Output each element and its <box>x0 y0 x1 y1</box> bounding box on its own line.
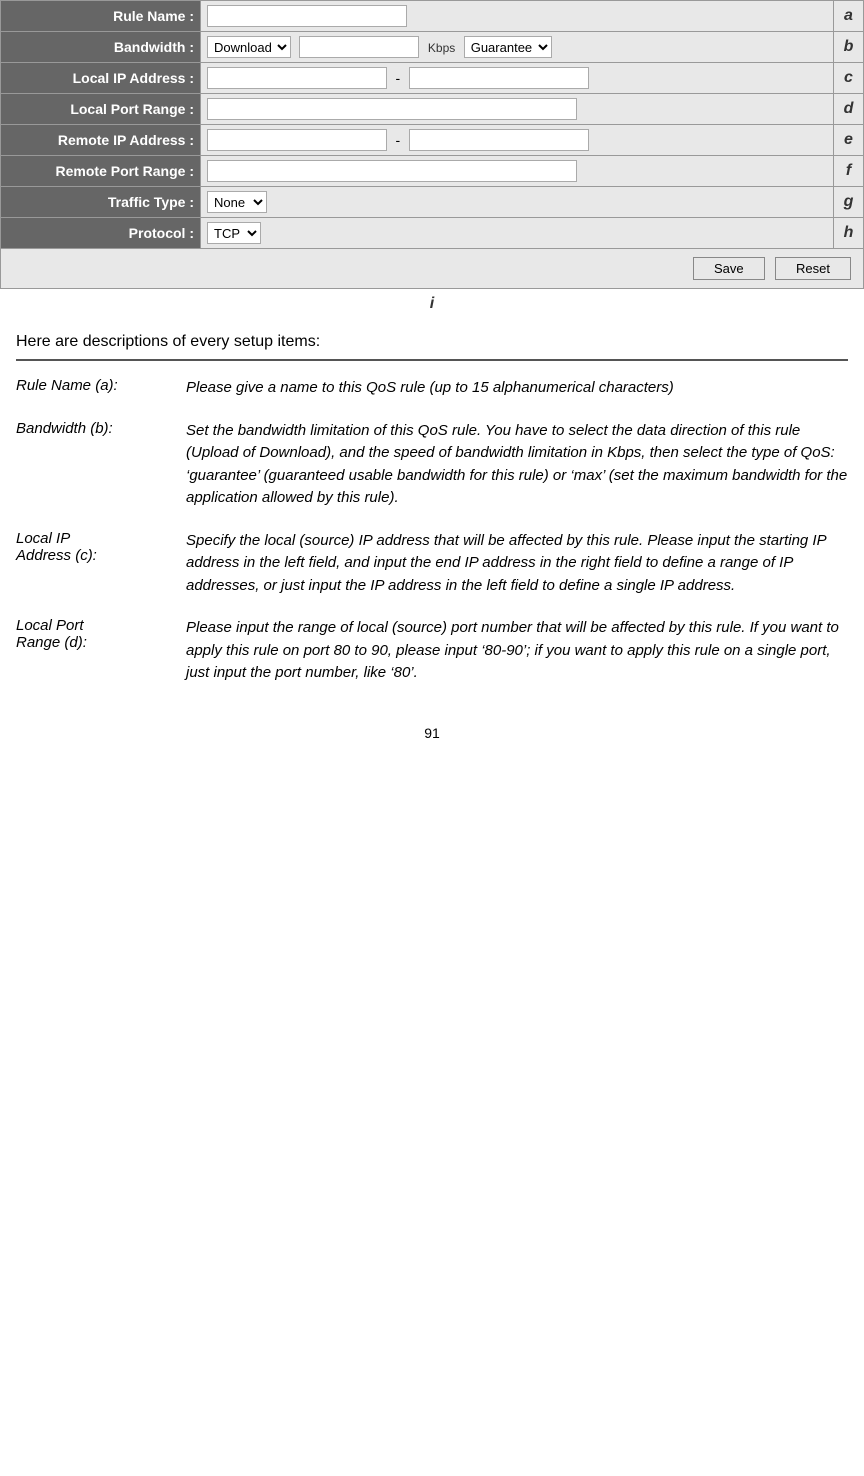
desc-local-ip: Local IP Address (c): Specify the local … <box>16 530 848 618</box>
form-buttons-cell: Save Reset <box>1 249 864 289</box>
description-section: Here are descriptions of every setup ite… <box>0 323 864 705</box>
desc-rule-name-def: Please give a name to this QoS rule (up … <box>186 377 848 420</box>
traffic-type-input-cell: None VOIP Video <box>201 187 834 218</box>
local-port-row: Local Port Range : d <box>1 94 864 125</box>
traffic-type-select[interactable]: None VOIP Video <box>207 191 267 213</box>
local-ip-dash: - <box>395 70 400 86</box>
desc-rule-name-term: Rule Name (a): <box>16 377 186 420</box>
desc-local-port-def: Please input the range of local (source)… <box>186 617 848 705</box>
desc-local-port: Local Port Range (d): Please input the r… <box>16 617 848 705</box>
local-ip-row: Local IP Address : - c <box>1 63 864 94</box>
desc-local-ip-def: Specify the local (source) IP address th… <box>186 530 848 618</box>
local-ip-input-cell: - <box>201 63 834 94</box>
kbps-label: Kbps <box>428 41 455 55</box>
description-intro: Here are descriptions of every setup ite… <box>16 333 848 351</box>
letter-d: d <box>834 94 864 125</box>
protocol-input-cell: TCP UDP Both <box>201 218 834 249</box>
desc-bandwidth-def: Set the bandwidth limitation of this QoS… <box>186 420 848 530</box>
remote-ip-start-input[interactable] <box>207 129 387 151</box>
bandwidth-row: Bandwidth : Download Upload Kbps Guarant… <box>1 32 864 63</box>
letter-e: e <box>834 125 864 156</box>
form-buttons-row: Save Reset <box>1 249 864 289</box>
remote-ip-row: Remote IP Address : - e <box>1 125 864 156</box>
description-divider <box>16 359 848 361</box>
save-button[interactable]: Save <box>693 257 765 280</box>
remote-port-label: Remote Port Range : <box>1 156 201 187</box>
protocol-row: Protocol : TCP UDP Both h <box>1 218 864 249</box>
remote-ip-input-cell: - <box>201 125 834 156</box>
remote-port-input-cell <box>201 156 834 187</box>
letter-c: c <box>834 63 864 94</box>
letter-f: f <box>834 156 864 187</box>
remote-ip-end-input[interactable] <box>409 129 589 151</box>
remote-ip-dash: - <box>395 132 400 148</box>
bandwidth-label: Bandwidth : <box>1 32 201 63</box>
local-port-input-cell <box>201 94 834 125</box>
desc-local-ip-term: Local IP Address (c): <box>16 530 186 618</box>
qos-type-select[interactable]: Guarantee Max <box>464 36 552 58</box>
traffic-type-label: Traffic Type : <box>1 187 201 218</box>
local-port-label: Local Port Range : <box>1 94 201 125</box>
reset-button[interactable]: Reset <box>775 257 851 280</box>
bandwidth-direction-select[interactable]: Download Upload <box>207 36 291 58</box>
protocol-select[interactable]: TCP UDP Both <box>207 222 261 244</box>
desc-local-port-term: Local Port Range (d): <box>16 617 186 705</box>
remote-port-input[interactable] <box>207 160 577 182</box>
rule-name-input-cell <box>201 1 834 32</box>
letter-b: b <box>834 32 864 63</box>
remote-port-row: Remote Port Range : f <box>1 156 864 187</box>
bandwidth-input-cell: Download Upload Kbps Guarantee Max <box>201 32 834 63</box>
remote-ip-label: Remote IP Address : <box>1 125 201 156</box>
local-ip-start-input[interactable] <box>207 67 387 89</box>
local-ip-end-input[interactable] <box>409 67 589 89</box>
rule-name-row: Rule Name : a <box>1 1 864 32</box>
letter-g: g <box>834 187 864 218</box>
local-ip-label: Local IP Address : <box>1 63 201 94</box>
traffic-type-row: Traffic Type : None VOIP Video g <box>1 187 864 218</box>
page-number: 91 <box>0 705 864 751</box>
local-port-input[interactable] <box>207 98 577 120</box>
description-table: Rule Name (a): Please give a name to thi… <box>16 377 848 705</box>
desc-bandwidth: Bandwidth (b): Set the bandwidth limitat… <box>16 420 848 530</box>
qos-form-table: Rule Name : a Bandwidth : Download Uploa… <box>0 0 864 289</box>
rule-name-label: Rule Name : <box>1 1 201 32</box>
letter-a: a <box>834 1 864 32</box>
protocol-label: Protocol : <box>1 218 201 249</box>
desc-rule-name: Rule Name (a): Please give a name to thi… <box>16 377 848 420</box>
rule-name-input[interactable] <box>207 5 407 27</box>
letter-i: i <box>0 289 864 323</box>
bandwidth-value-input[interactable] <box>299 36 419 58</box>
letter-h: h <box>834 218 864 249</box>
desc-bandwidth-term: Bandwidth (b): <box>16 420 186 530</box>
